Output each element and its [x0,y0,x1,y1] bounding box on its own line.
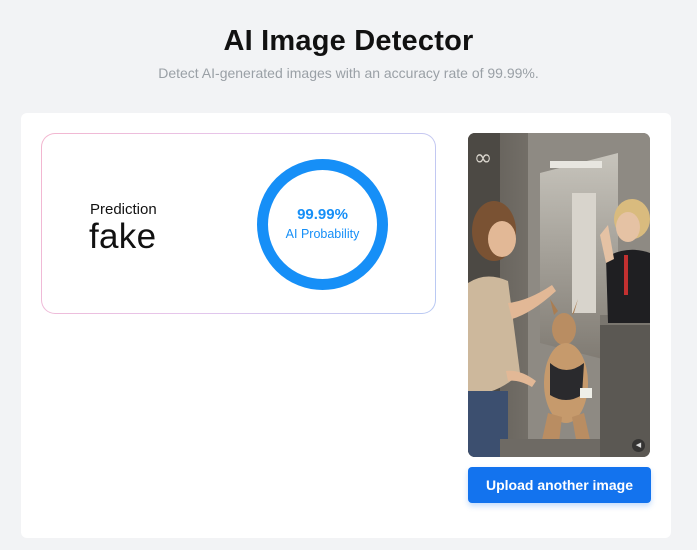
prediction-panel: Prediction fake 99.99% AI Probability [41,133,436,314]
probability-caption: AI Probability [285,227,360,241]
speaker-muted-icon[interactable]: ◀ [632,439,645,452]
probability-value: 99.99% [297,206,348,223]
uploaded-image: ∞ ◀ [468,133,650,457]
uploaded-image-illustration: ∞ [468,133,650,457]
probability-ring-progress [257,159,388,290]
prediction-value: fake [89,217,157,256]
page-subtitle: Detect AI-generated images with an accur… [158,65,539,81]
page-title: AI Image Detector [223,25,474,57]
prediction-label: Prediction [90,201,157,218]
probability-ring: 99.99% AI Probability [256,158,389,291]
detector-card: Prediction fake 99.99% AI Probability ∞ … [21,113,671,538]
upload-another-image-button[interactable]: Upload another image [468,467,651,503]
svg-text:∞: ∞ [474,146,492,171]
probability-ring-graphic [257,159,388,290]
